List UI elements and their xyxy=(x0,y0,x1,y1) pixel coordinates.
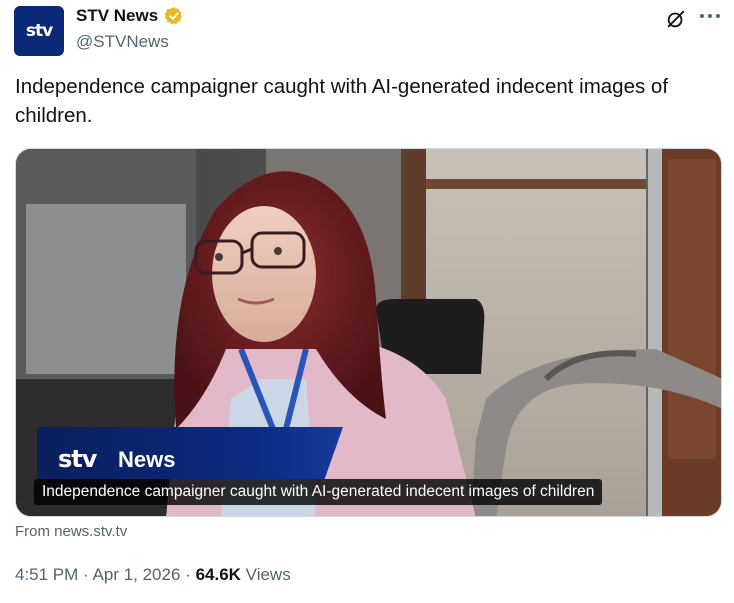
verified-badge-icon[interactable] xyxy=(164,6,184,26)
tweet-text: Independence campaigner caught with AI-g… xyxy=(15,75,669,127)
views-label: Views xyxy=(245,565,291,584)
avatar[interactable]: stv xyxy=(14,6,64,56)
banner-stv-logo: stv xyxy=(58,445,97,473)
author-name-row[interactable]: STV News xyxy=(76,6,184,26)
author-handle[interactable]: @STVNews xyxy=(76,32,169,52)
display-name[interactable]: STV News xyxy=(76,6,158,26)
banner-news-label: News xyxy=(118,447,176,472)
media-card[interactable]: stv News Independence campaigner caught … xyxy=(15,148,722,517)
link-source[interactable]: From news.stv.tv xyxy=(15,523,127,540)
views-count: 64.6K xyxy=(195,565,241,584)
tweet-time[interactable]: 4:51 PM xyxy=(15,565,78,584)
grok-slash-icon[interactable] xyxy=(665,8,687,30)
more-horizontal-icon[interactable] xyxy=(698,7,722,29)
tweet-meta: 4:51 PM · Apr 1, 2026 · 64.6K Views xyxy=(15,565,291,585)
image-caption: Independence campaigner caught with AI-g… xyxy=(34,479,603,505)
meta-separator: · xyxy=(185,565,191,584)
tweet-date[interactable]: Apr 1, 2026 xyxy=(93,565,181,584)
stv-logo: stv xyxy=(25,21,53,41)
meta-separator: · xyxy=(83,565,89,584)
